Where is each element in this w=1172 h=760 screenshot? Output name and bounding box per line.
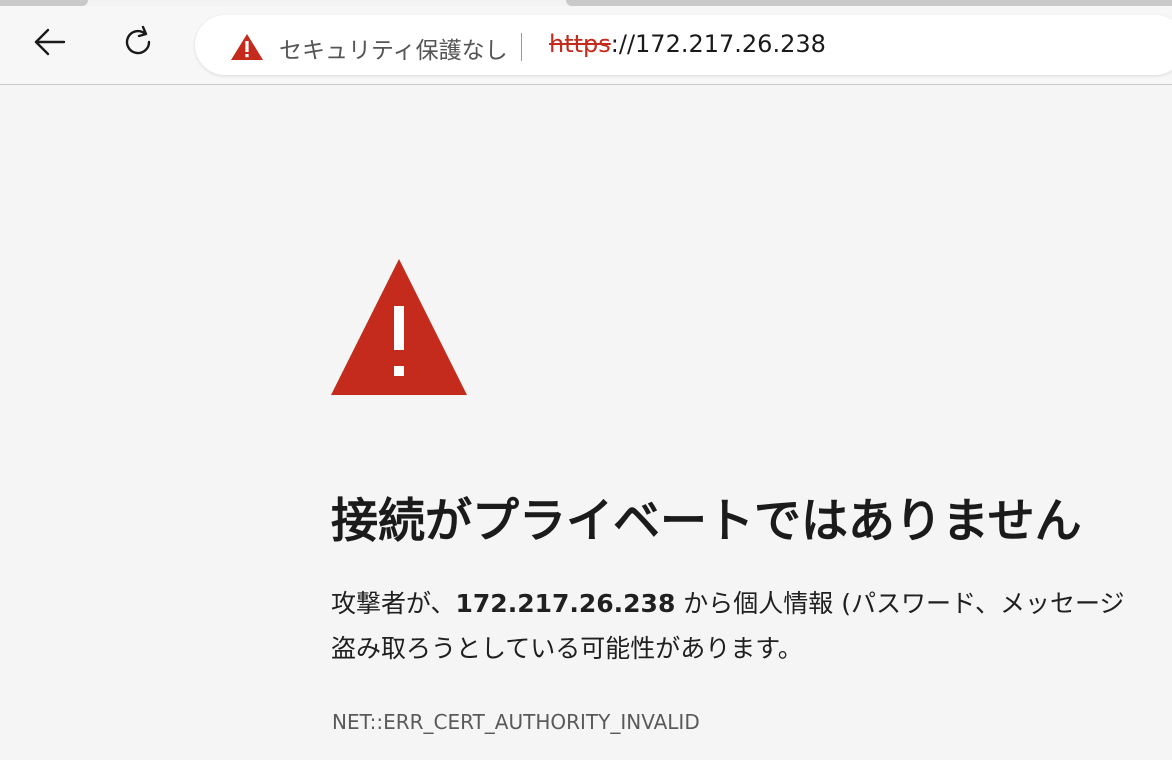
description-prefix: 攻撃者が、 [331,589,456,618]
security-status-label[interactable]: セキュリティ保護なし [279,31,508,65]
reload-icon [125,25,151,55]
back-button[interactable] [28,20,72,64]
error-description: 攻撃者が、172.217.26.238 から個人情報 (パスワード、メッセージ … [331,581,1172,671]
url-scheme: https [549,30,611,58]
warning-triangle-icon[interactable] [230,33,264,61]
description-line-2: 盗み取ろうとしている可能性があります。 [331,634,803,663]
description-suffix: から個人情報 (パスワード、メッセージ [675,589,1125,618]
reload-button[interactable] [116,20,160,64]
error-code[interactable]: NET::ERR_CERT_AUTHORITY_INVALID [332,710,700,734]
description-line-1: 攻撃者が、172.217.26.238 から個人情報 (パスワード、メッセージ [331,581,1172,626]
error-page-content: 接続がプライベートではありません 攻撃者が、172.217.26.238 から個… [0,85,1172,760]
address-bar[interactable]: セキュリティ保護なし https://172.217.26.238 [195,15,1172,75]
address-separator [521,33,522,61]
url-host: ://172.217.26.238 [610,30,826,58]
url-text[interactable]: https://172.217.26.238 [549,30,826,58]
back-arrow-icon [34,28,66,56]
browser-toolbar: セキュリティ保護なし https://172.217.26.238 [0,6,1172,85]
warning-triangle-icon [331,259,467,395]
error-heading: 接続がプライベートではありません [331,494,1082,549]
description-host: 172.217.26.238 [455,589,676,618]
